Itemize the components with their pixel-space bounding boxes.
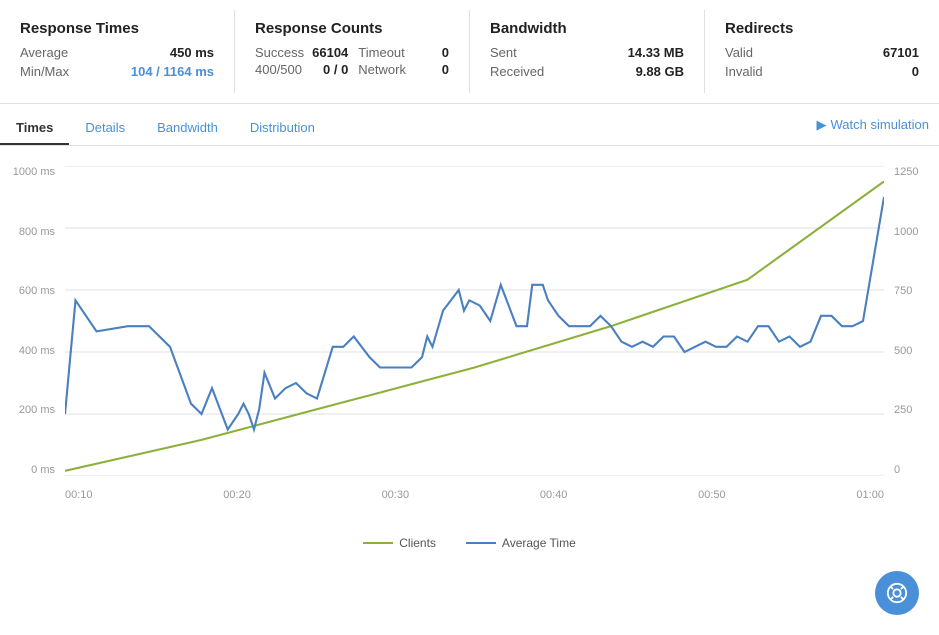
chart-container: 0 ms 200 ms 400 ms 600 ms 800 ms 1000 ms… <box>10 156 929 526</box>
stats-row: Response Times Average 450 ms Min/Max 10… <box>0 0 939 104</box>
watch-simulation-button[interactable]: ▶ Watch simulation <box>817 117 930 141</box>
response-counts-title: Response Counts <box>255 20 449 37</box>
redirects-card: Redirects Valid 67101 Invalid 0 <box>705 10 939 93</box>
clients-legend-label: Clients <box>399 536 436 550</box>
avg-time-legend-label: Average Time <box>502 536 576 550</box>
watch-simulation-label: Watch simulation <box>831 117 930 132</box>
clients-legend-line <box>363 542 393 544</box>
chart-svg <box>65 166 884 476</box>
network-value: 0 <box>442 62 449 77</box>
legend-avg-time: Average Time <box>466 536 576 550</box>
sent-value: 14.33 MB <box>628 45 684 60</box>
chart-area <box>65 166 884 476</box>
y-left-label-5: 1000 ms <box>13 166 55 178</box>
y-right-label-0: 0 <box>894 464 900 476</box>
y-left-label-4: 800 ms <box>19 226 55 238</box>
tab-details[interactable]: Details <box>69 112 141 145</box>
x-label-5: 00:50 <box>698 489 726 501</box>
response-times-title: Response Times <box>20 20 214 37</box>
x-label-4: 00:40 <box>540 489 568 501</box>
response-times-card: Response Times Average 450 ms Min/Max 10… <box>0 10 235 93</box>
timeout-label: Timeout <box>358 45 404 60</box>
x-label-3: 00:30 <box>382 489 410 501</box>
average-value: 450 ms <box>170 45 214 60</box>
bandwidth-card: Bandwidth Sent 14.33 MB Received 9.88 GB <box>470 10 705 93</box>
invalid-value: 0 <box>912 64 919 79</box>
tab-times[interactable]: Times <box>0 112 69 145</box>
x-label-1: 00:10 <box>65 489 93 501</box>
avg-time-line <box>65 197 884 430</box>
y-axis-left: 0 ms 200 ms 400 ms 600 ms 800 ms 1000 ms <box>10 166 60 476</box>
invalid-label: Invalid <box>725 64 763 79</box>
valid-value: 67101 <box>883 45 919 60</box>
average-label: Average <box>20 45 68 60</box>
received-label: Received <box>490 64 544 79</box>
tab-distribution[interactable]: Distribution <box>234 112 331 145</box>
timeout-value: 0 <box>442 45 449 60</box>
avg-time-legend-line <box>466 542 496 544</box>
sent-label: Sent <box>490 45 517 60</box>
x-label-6: 01:00 <box>856 489 884 501</box>
y-right-label-2: 500 <box>894 345 912 357</box>
y-right-label-3: 750 <box>894 285 912 297</box>
y-right-label-1: 250 <box>894 404 912 416</box>
y-axis-right: 0 250 500 750 1000 1250 <box>889 166 929 476</box>
y-right-label-4: 1000 <box>894 226 918 238</box>
network-label: Network <box>358 62 406 77</box>
legend-clients: Clients <box>363 536 436 550</box>
status400-label: 400/500 <box>255 62 302 77</box>
received-value: 9.88 GB <box>636 64 684 79</box>
tabs-row: Times Details Bandwidth Distribution ▶ W… <box>0 104 939 146</box>
chart-legend: Clients Average Time <box>0 526 939 555</box>
y-left-label-0: 0 ms <box>31 464 55 476</box>
minmax-label: Min/Max <box>20 64 69 79</box>
y-right-label-5: 1250 <box>894 166 918 178</box>
valid-label: Valid <box>725 45 753 60</box>
tab-bandwidth[interactable]: Bandwidth <box>141 112 234 145</box>
y-left-label-1: 200 ms <box>19 404 55 416</box>
fab-button[interactable] <box>875 571 919 615</box>
redirects-title: Redirects <box>725 20 919 37</box>
y-left-label-2: 400 ms <box>19 345 55 357</box>
success-label: Success <box>255 45 304 60</box>
x-axis: 00:10 00:20 00:30 00:40 00:50 01:00 <box>65 489 884 501</box>
response-counts-card: Response Counts Success 66104 Timeout 0 … <box>235 10 470 93</box>
success-value: 66104 <box>312 45 348 60</box>
status400-value: 0 / 0 <box>323 62 348 77</box>
play-icon: ▶ <box>817 117 827 133</box>
bandwidth-title: Bandwidth <box>490 20 684 37</box>
minmax-value: 104 / 1164 ms <box>131 64 214 79</box>
lifebuoy-icon <box>886 582 908 604</box>
y-left-label-3: 600 ms <box>19 285 55 297</box>
x-label-2: 00:20 <box>223 489 251 501</box>
